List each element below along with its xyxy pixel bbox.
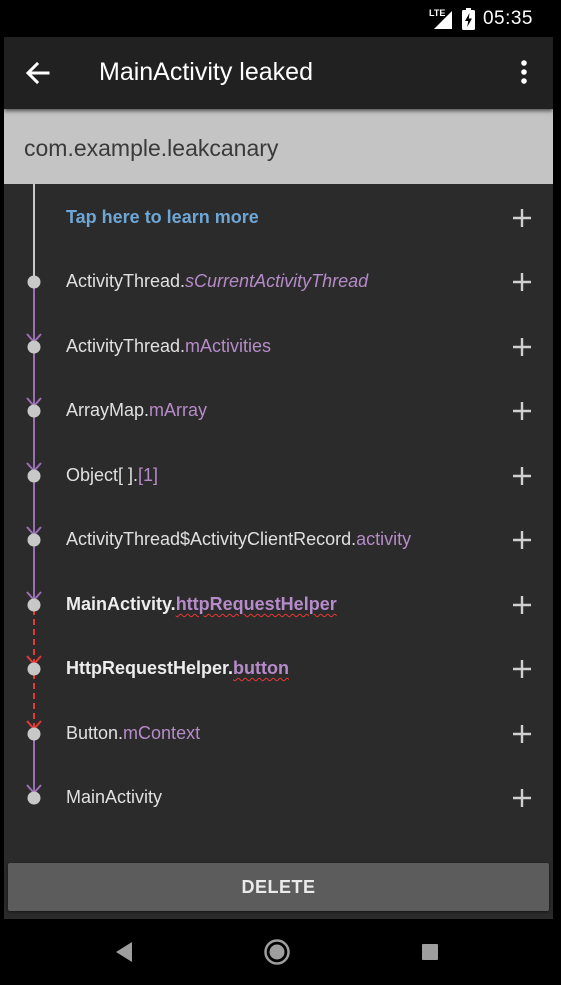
battery-charging-icon xyxy=(461,8,475,30)
trace-class: MainActivity. xyxy=(66,594,176,614)
trace-field: [1] xyxy=(138,465,159,485)
package-name: com.example.leakcanary xyxy=(24,135,279,161)
trace-class: ActivityThread. xyxy=(66,271,186,291)
status-bar: LTE 05:35 xyxy=(0,0,561,37)
trace-field: httpRequestHelper xyxy=(175,594,337,614)
trace-row[interactable]: Button.mContext xyxy=(4,702,553,766)
expand-plus-icon[interactable] xyxy=(513,725,531,743)
status-clock: 05:35 xyxy=(482,8,533,29)
nav-home-button[interactable] xyxy=(262,937,292,967)
arrow-back-icon xyxy=(25,61,50,85)
trace-row-text: ActivityThread$ActivityClientRecord.acti… xyxy=(66,529,411,550)
trace-row-text: ActivityThread.mActivities xyxy=(66,336,271,357)
app-toolbar: MainActivity leaked xyxy=(4,37,553,109)
expand-plus-icon[interactable] xyxy=(513,209,531,227)
trace-row-text: ArrayMap.mArray xyxy=(66,400,207,421)
trace-class: Button. xyxy=(66,723,124,743)
nav-recents-icon xyxy=(422,944,438,960)
expand-plus-icon[interactable] xyxy=(513,660,531,678)
trace-field: sCurrentActivityThread xyxy=(185,271,369,291)
trace-field: mArray xyxy=(149,400,208,420)
nav-home-icon xyxy=(264,939,290,965)
trace-row-text: MainActivity xyxy=(66,787,162,808)
expand-plus-icon[interactable] xyxy=(513,467,531,485)
nav-back-button[interactable] xyxy=(110,937,140,967)
trace-row-text: HttpRequestHelper.button xyxy=(66,658,289,679)
trace-class: ArrayMap. xyxy=(66,400,150,420)
nav-recents-button[interactable] xyxy=(415,937,445,967)
status-icons: LTE 05:35 xyxy=(428,6,533,32)
trace-class: Object[ ]. xyxy=(66,465,139,485)
network-type-label: LTE xyxy=(429,8,445,18)
signal-lte-icon: LTE xyxy=(429,8,452,29)
trace-row-suspect[interactable]: MainActivity.httpRequestHelper xyxy=(4,573,553,637)
nav-back-icon xyxy=(116,942,132,962)
trace-class: ActivityThread$ActivityClientRecord. xyxy=(66,529,357,549)
system-nav-bar xyxy=(0,919,561,985)
delete-button[interactable]: DELETE xyxy=(8,863,549,911)
expand-plus-icon[interactable] xyxy=(513,531,531,549)
package-header: com.example.leakcanary xyxy=(4,109,553,184)
overflow-menu-button[interactable] xyxy=(512,57,536,89)
trace-class: ActivityThread. xyxy=(66,336,186,356)
trace-row-text: MainActivity.httpRequestHelper xyxy=(66,594,337,615)
trace-row-suspect[interactable]: HttpRequestHelper.button xyxy=(4,637,553,701)
expand-plus-icon[interactable] xyxy=(513,273,531,291)
trace-row[interactable]: ArrayMap.mArray xyxy=(4,379,553,443)
trace-row[interactable]: Object[ ].[1] xyxy=(4,444,553,508)
leak-trace-list: Tap here to learn more ActivityThread.sC… xyxy=(4,184,553,864)
trace-field: button xyxy=(233,658,289,678)
trace-row-leaked-instance[interactable]: MainActivity xyxy=(4,766,553,830)
expand-plus-icon[interactable] xyxy=(513,789,531,807)
expand-plus-icon[interactable] xyxy=(513,596,531,614)
trace-row[interactable]: ActivityThread.mActivities xyxy=(4,315,553,379)
trace-field: mActivities xyxy=(185,336,272,356)
trace-row[interactable]: ActivityThread$ActivityClientRecord.acti… xyxy=(4,508,553,572)
page-title: MainActivity leaked xyxy=(99,58,313,86)
leak-detail-screen: MainActivity leaked com.example.leakcana… xyxy=(4,37,553,919)
expand-plus-icon[interactable] xyxy=(513,338,531,356)
trace-class: MainActivity xyxy=(66,787,163,807)
trace-row-text: Button.mContext xyxy=(66,723,200,744)
trace-row[interactable]: ActivityThread.sCurrentActivityThread xyxy=(4,250,553,314)
expand-plus-icon[interactable] xyxy=(513,402,531,420)
trace-row-text: ActivityThread.sCurrentActivityThread xyxy=(66,271,368,292)
trace-field: activity xyxy=(356,529,412,549)
back-button[interactable] xyxy=(22,57,54,89)
trace-class: HttpRequestHelper. xyxy=(66,658,234,678)
more-vert-icon xyxy=(521,60,527,84)
learn-more-link[interactable]: Tap here to learn more xyxy=(66,207,259,228)
trace-row-text: Object[ ].[1] xyxy=(66,465,158,486)
learn-more-row[interactable]: Tap here to learn more xyxy=(4,186,553,250)
trace-field: mContext xyxy=(123,723,201,743)
